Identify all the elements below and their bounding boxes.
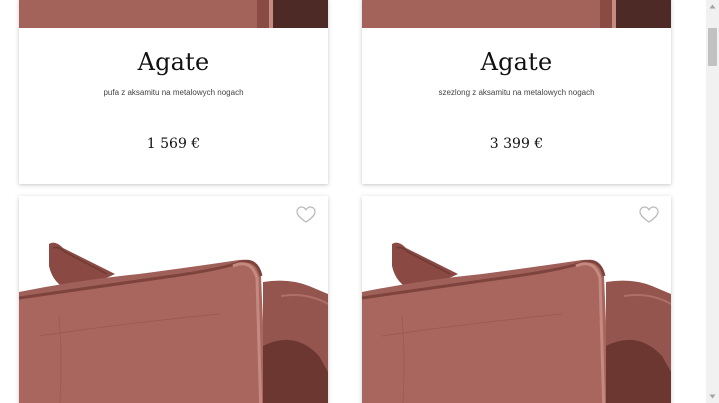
vertical-scrollbar[interactable] [706,0,719,403]
product-card[interactable]: Agate pufa z aksamitu na metalowych noga… [19,0,328,184]
scroll-up-icon[interactable] [709,3,716,10]
product-price: 3 399 € [489,136,544,152]
scrollbar-thumb[interactable] [708,28,717,66]
product-card[interactable]: Agate szezlong z aksamitu na metalowych … [362,0,671,184]
scroll-down-icon[interactable] [709,393,716,400]
product-card[interactable] [362,196,671,403]
heart-icon[interactable] [296,206,316,224]
product-image[interactable] [19,0,328,28]
product-card[interactable] [19,196,328,403]
product-grid-page: Agate pufa z aksamitu na metalowych noga… [0,0,719,403]
product-image[interactable] [362,0,671,28]
product-description: szezlong z aksamitu na metalowych nogach [438,88,595,97]
product-price: 1 569 € [146,136,201,152]
product-image[interactable] [19,196,328,403]
product-image[interactable] [362,196,671,403]
product-description: pufa z aksamitu na metalowych nogach [103,88,244,97]
heart-icon[interactable] [639,206,659,224]
product-name[interactable]: Agate [362,48,671,76]
product-name[interactable]: Agate [19,48,328,76]
